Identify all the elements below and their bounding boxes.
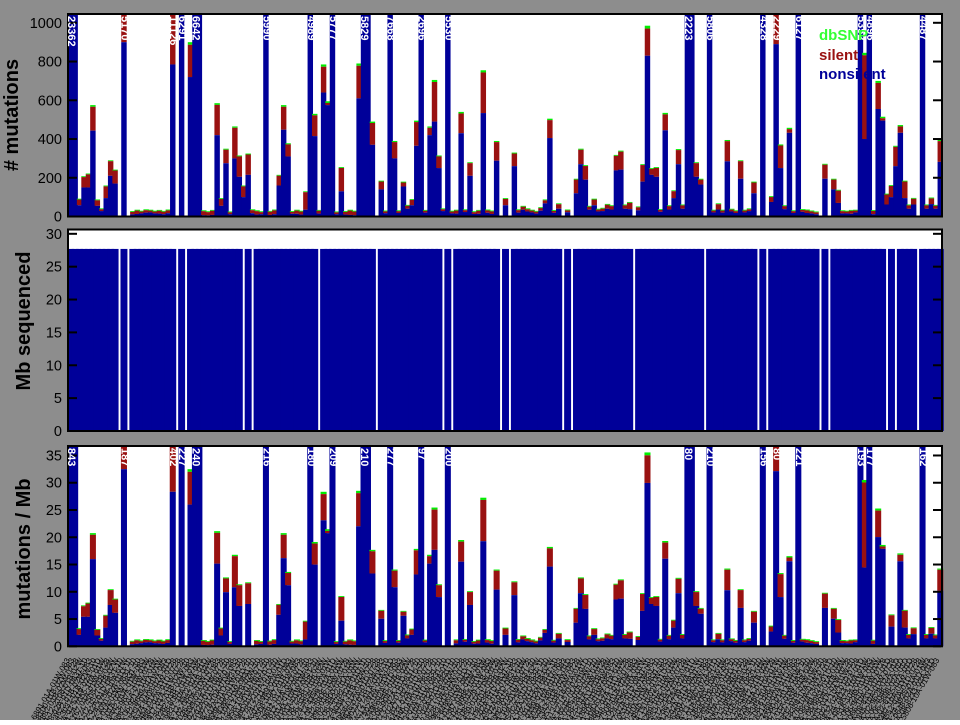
- svg-text:# mutations: # mutations: [1, 59, 23, 171]
- svg-text:210: 210: [358, 448, 370, 466]
- svg-text:277: 277: [385, 448, 397, 466]
- svg-text:25: 25: [46, 503, 62, 519]
- svg-text:10: 10: [46, 585, 62, 601]
- svg-text:6127: 6127: [793, 16, 805, 40]
- svg-text:7668: 7668: [385, 16, 397, 40]
- svg-text:Mb sequenced: Mb sequenced: [13, 252, 35, 391]
- svg-text:216: 216: [260, 448, 272, 466]
- svg-text:2696: 2696: [416, 16, 428, 40]
- svg-text:0: 0: [54, 424, 62, 440]
- svg-text:4487: 4487: [917, 16, 929, 40]
- svg-text:800: 800: [38, 55, 62, 71]
- svg-text:5829: 5829: [358, 16, 370, 40]
- svg-text:dbSNP: dbSNP: [819, 27, 868, 44]
- svg-text:2229: 2229: [771, 16, 783, 40]
- svg-text:nonsilent: nonsilent: [819, 66, 886, 83]
- svg-text:30: 30: [46, 227, 62, 243]
- svg-text:187: 187: [118, 448, 130, 466]
- svg-text:0: 0: [54, 210, 62, 226]
- svg-text:5: 5: [54, 391, 62, 407]
- svg-text:1000: 1000: [30, 16, 62, 32]
- svg-text:5990: 5990: [260, 16, 272, 40]
- svg-text:5530: 5530: [442, 16, 454, 40]
- svg-text:20: 20: [46, 530, 62, 546]
- svg-text:5777: 5777: [327, 16, 339, 40]
- svg-text:silent: silent: [819, 47, 858, 64]
- svg-text:6291: 6291: [176, 16, 188, 40]
- svg-text:4989: 4989: [305, 16, 317, 40]
- svg-text:0: 0: [54, 639, 62, 655]
- svg-text:35: 35: [46, 448, 62, 464]
- svg-text:30: 30: [46, 476, 62, 492]
- svg-text:600: 600: [38, 93, 62, 109]
- svg-text:80: 80: [771, 448, 783, 460]
- svg-text:843: 843: [65, 448, 77, 466]
- svg-text:5806: 5806: [704, 16, 716, 40]
- svg-text:2223: 2223: [682, 16, 694, 40]
- svg-text:4328: 4328: [757, 16, 769, 40]
- svg-text:221: 221: [793, 448, 805, 466]
- svg-text:15: 15: [46, 325, 62, 341]
- svg-text:227: 227: [176, 448, 188, 466]
- svg-text:10: 10: [46, 358, 62, 374]
- svg-text:209: 209: [327, 448, 339, 466]
- svg-text:400: 400: [38, 132, 62, 148]
- svg-text:177: 177: [864, 448, 876, 466]
- svg-text:97: 97: [416, 448, 428, 460]
- svg-text:80: 80: [682, 448, 694, 460]
- svg-text:23362: 23362: [65, 16, 77, 47]
- svg-text:20: 20: [46, 293, 62, 309]
- svg-text:210: 210: [704, 448, 716, 466]
- svg-text:200: 200: [38, 171, 62, 187]
- svg-text:25: 25: [46, 260, 62, 276]
- svg-text:200: 200: [442, 448, 454, 466]
- svg-text:5: 5: [54, 612, 62, 628]
- svg-text:mutations / Mb: mutations / Mb: [13, 478, 35, 619]
- svg-text:5170: 5170: [118, 16, 130, 40]
- svg-text:15: 15: [46, 558, 62, 574]
- svg-text:240: 240: [189, 448, 201, 466]
- svg-text:180: 180: [305, 448, 317, 466]
- svg-text:6642: 6642: [189, 16, 201, 40]
- svg-text:156: 156: [757, 448, 769, 466]
- svg-text:162: 162: [917, 448, 929, 466]
